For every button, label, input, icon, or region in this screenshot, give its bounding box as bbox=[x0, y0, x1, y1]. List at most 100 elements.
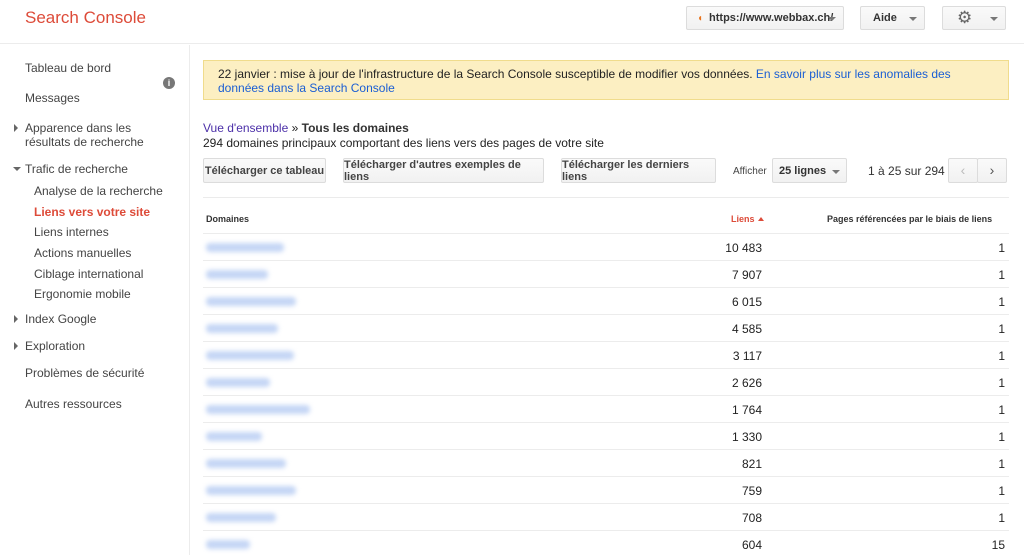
sidebar-item-mobile-usability[interactable]: Ergonomie mobile bbox=[34, 287, 131, 301]
cell-links: 604 bbox=[741, 538, 762, 552]
breadcrumb-overview-link[interactable]: Vue d'ensemble bbox=[203, 121, 288, 135]
chevron-down-icon bbox=[990, 17, 998, 21]
sidebar-item-search-analytics[interactable]: Analyse de la recherche bbox=[34, 184, 163, 198]
help-label: Aide bbox=[873, 12, 897, 24]
cell-links: 3 117 bbox=[732, 349, 762, 363]
column-header-domains[interactable]: Domaines bbox=[206, 214, 249, 224]
domain-link-redacted[interactable] bbox=[206, 486, 296, 495]
download-samples-button[interactable]: Télécharger d'autres exemples de liens bbox=[343, 158, 544, 183]
column-header-links[interactable]: Liens bbox=[731, 214, 764, 224]
site-url: https://www.webbax.ch/ bbox=[709, 12, 834, 24]
rows-per-page-select[interactable]: 25 lignes bbox=[772, 158, 847, 183]
domain-link-redacted[interactable] bbox=[206, 351, 294, 360]
help-button[interactable]: Aide bbox=[860, 6, 925, 30]
rows-per-page-value: 25 lignes bbox=[779, 164, 827, 177]
domain-link-redacted[interactable] bbox=[206, 459, 286, 468]
download-latest-button[interactable]: Télécharger les derniers liens bbox=[561, 158, 716, 183]
column-header-links-label: Liens bbox=[731, 214, 755, 224]
chevron-down-icon bbox=[832, 170, 840, 174]
cell-pages: 1 bbox=[998, 268, 1005, 282]
site-selector[interactable]: ◖ https://www.webbax.ch/ bbox=[686, 6, 844, 30]
cell-pages: 1 bbox=[998, 457, 1005, 471]
cell-links: 1 330 bbox=[731, 430, 762, 444]
cell-links: 7 907 bbox=[731, 268, 762, 282]
chevron-right-icon[interactable] bbox=[14, 315, 18, 323]
cell-pages: 1 bbox=[998, 403, 1005, 417]
cell-links: 1 764 bbox=[731, 403, 762, 417]
table-row: 10 483 1 bbox=[203, 233, 1009, 260]
sort-ascending-icon bbox=[757, 217, 764, 221]
domain-link-redacted[interactable] bbox=[206, 540, 250, 549]
brand-title[interactable]: Search Console bbox=[25, 8, 146, 28]
domain-link-redacted[interactable] bbox=[206, 243, 284, 252]
chevron-right-icon[interactable] bbox=[14, 124, 18, 132]
chevron-right-icon[interactable] bbox=[14, 342, 18, 350]
domain-link-redacted[interactable] bbox=[206, 270, 268, 279]
sidebar-item-security-issues[interactable]: Problèmes de sécurité bbox=[25, 366, 144, 380]
breadcrumb: Vue d'ensemble » Tous les domaines bbox=[203, 121, 409, 135]
breadcrumb-separator: » bbox=[291, 121, 299, 135]
cell-links: 6 015 bbox=[731, 295, 762, 309]
cell-links: 759 bbox=[741, 484, 762, 498]
table-row: 821 1 bbox=[203, 449, 1009, 476]
cell-pages: 1 bbox=[998, 322, 1005, 336]
sidebar-item-manual-actions[interactable]: Actions manuelles bbox=[34, 246, 131, 260]
domain-link-redacted[interactable] bbox=[206, 297, 296, 306]
cell-pages: 1 bbox=[998, 349, 1005, 363]
cell-links: 708 bbox=[741, 511, 762, 525]
show-label: Afficher bbox=[733, 166, 767, 177]
cell-pages: 1 bbox=[998, 511, 1005, 525]
sidebar-item-dashboard[interactable]: Tableau de bord bbox=[25, 61, 111, 75]
table-row: 2 626 1 bbox=[203, 368, 1009, 395]
settings-button[interactable]: ⚙ bbox=[942, 6, 1006, 30]
sidebar-item-other-resources[interactable]: Autres ressources bbox=[25, 397, 122, 411]
domain-link-redacted[interactable] bbox=[206, 432, 262, 441]
table-row: 3 117 1 bbox=[203, 341, 1009, 368]
table-row: 1 330 1 bbox=[203, 422, 1009, 449]
table-row: 1 764 1 bbox=[203, 395, 1009, 422]
cell-links: 821 bbox=[741, 457, 762, 471]
download-table-button[interactable]: Télécharger ce tableau bbox=[203, 158, 326, 183]
cell-pages: 1 bbox=[998, 241, 1005, 255]
table-row: 708 1 bbox=[203, 503, 1009, 530]
sidebar-item-traffic[interactable]: Trafic de recherche bbox=[25, 162, 128, 176]
sidebar-item-international-targeting[interactable]: Ciblage international bbox=[34, 267, 143, 281]
cell-pages: 1 bbox=[998, 376, 1005, 390]
sidebar-item-messages[interactable]: Messages bbox=[25, 91, 80, 105]
table-row: 4 585 1 bbox=[203, 314, 1009, 341]
previous-page-button[interactable]: ‹ bbox=[948, 158, 978, 183]
table-row: 759 1 bbox=[203, 476, 1009, 503]
sidebar-item-links-to-site[interactable]: Liens vers votre site bbox=[34, 205, 150, 219]
info-icon[interactable]: i bbox=[163, 77, 175, 89]
notice-banner: 22 janvier : mise à jour de l'infrastruc… bbox=[203, 60, 1009, 100]
cell-links: 4 585 bbox=[731, 322, 762, 336]
chevron-down-icon[interactable] bbox=[13, 167, 21, 171]
chevron-down-icon bbox=[828, 17, 836, 21]
cell-pages: 1 bbox=[998, 430, 1005, 444]
breadcrumb-current: Tous les domaines bbox=[301, 121, 409, 135]
table-row: 6 015 1 bbox=[203, 287, 1009, 314]
sidebar-item-google-index[interactable]: Index Google bbox=[25, 312, 96, 326]
domain-link-redacted[interactable] bbox=[206, 324, 278, 333]
page-subtitle: 294 domaines principaux comportant des l… bbox=[203, 136, 604, 150]
domain-link-redacted[interactable] bbox=[206, 513, 276, 522]
column-header-pages[interactable]: Pages référencées par le biais de liens bbox=[827, 214, 992, 224]
sidebar-item-internal-links[interactable]: Liens internes bbox=[34, 225, 109, 239]
cell-pages: 1 bbox=[998, 484, 1005, 498]
sidebar-item-appearance[interactable]: Apparence dans les résultats de recherch… bbox=[25, 121, 145, 149]
table-divider bbox=[203, 197, 1009, 198]
cell-links: 2 626 bbox=[731, 376, 762, 390]
cell-pages: 15 bbox=[991, 538, 1005, 552]
domain-link-redacted[interactable] bbox=[206, 378, 270, 387]
pagination-status: 1 à 25 sur 294 bbox=[868, 164, 945, 178]
cell-links: 10 483 bbox=[725, 241, 762, 255]
table-row: 604 15 bbox=[203, 530, 1009, 557]
header: Search Console ◖ https://www.webbax.ch/ … bbox=[0, 0, 1024, 44]
cell-pages: 1 bbox=[998, 295, 1005, 309]
table-row: 7 907 1 bbox=[203, 260, 1009, 287]
gear-icon: ⚙ bbox=[957, 8, 973, 27]
sidebar-item-crawl[interactable]: Exploration bbox=[25, 339, 85, 353]
banner-text: 22 janvier : mise à jour de l'infrastruc… bbox=[218, 67, 753, 81]
next-page-button[interactable]: › bbox=[977, 158, 1007, 183]
domain-link-redacted[interactable] bbox=[206, 405, 310, 414]
